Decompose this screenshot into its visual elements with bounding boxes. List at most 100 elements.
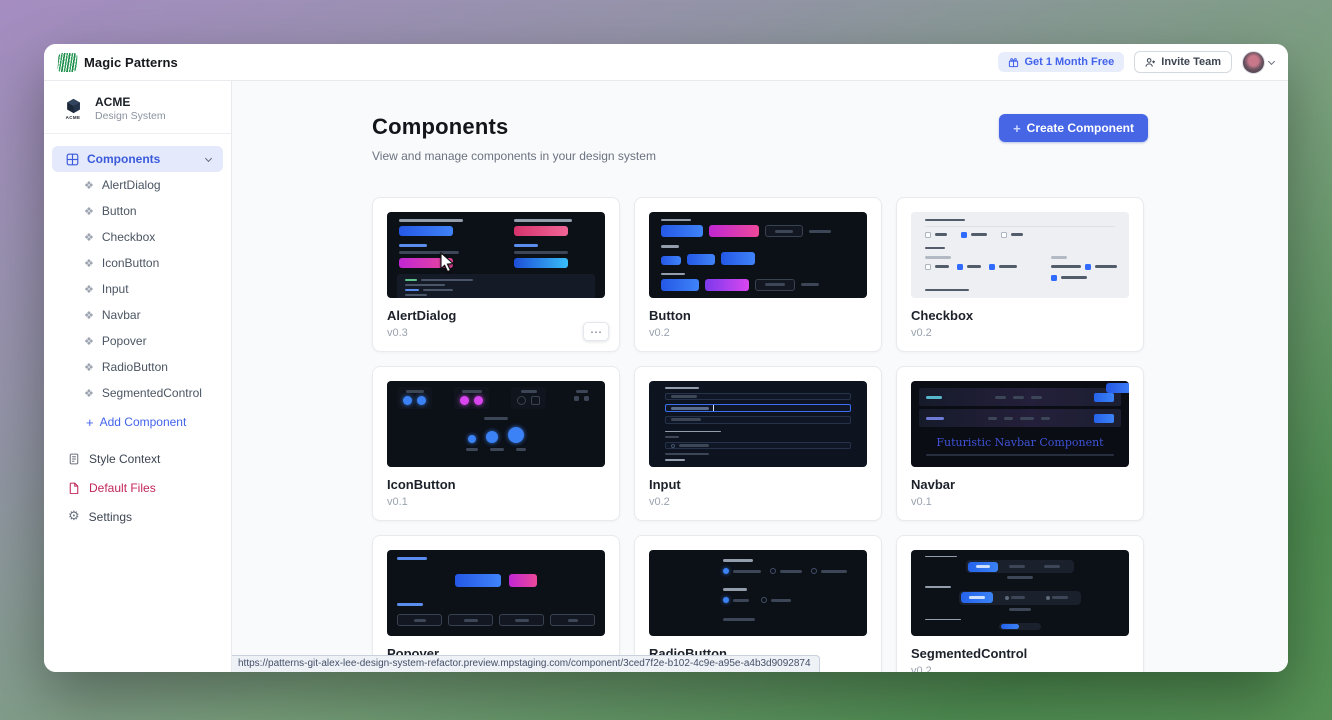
thumb-checkbox-sizes-row [925,232,1115,238]
create-component-label: Create Component [1027,121,1134,135]
component-icon: ❖ [84,180,94,191]
card-name: Input [649,477,867,492]
sidebar-item-components[interactable]: Components [52,146,223,172]
component-card-popover[interactable]: Popover v0.2 [372,535,620,672]
sidebar-item-iconbutton[interactable]: ❖IconButton [44,250,231,276]
sidebar-item-settings[interactable]: ⚙ Settings [44,502,231,531]
add-component-button[interactable]: + Add Component [44,408,231,436]
thumb-radio-row-1 [723,568,857,574]
chevron-down-icon [205,155,212,162]
sidebar-divider [44,133,231,134]
card-name: IconButton [387,477,605,492]
brand-name: Magic Patterns [84,55,178,70]
thumb-button-variants-row [661,225,855,237]
org-subtitle: Design System [95,110,166,123]
thumb-navbar-partial-button [1106,383,1129,393]
component-card-radiobutton[interactable]: RadioButton v0.1 [634,535,882,672]
card-name: SegmentedControl [911,646,1129,661]
grid-icon [66,153,79,166]
thumb-segment-basic [925,560,1115,579]
sidebar-item-navbar[interactable]: ❖Navbar [44,302,231,328]
sidebar-item-default-files[interactable]: Default Files [44,473,231,502]
sidebar-sub-label: Checkbox [102,230,155,244]
person-plus-icon [1145,57,1156,68]
sidebar-components-label: Components [87,152,160,166]
card-thumbnail-input[interactable] [649,381,867,467]
component-grid: AlertDialog v0.3 ⋯ [372,197,1148,672]
thumb-checkbox-states [925,256,1115,281]
sidebar-item-checkbox[interactable]: ❖ Checkbox [44,224,231,250]
sidebar-sub-label: SegmentedControl [102,386,202,400]
sidebar-item-button[interactable]: ❖Button [44,198,231,224]
acme-logo-text: ACME [66,115,81,120]
card-name: Checkbox [911,308,1129,323]
plus-icon: + [86,416,94,429]
thumb-alert-code-block [397,274,595,298]
avatar [1242,51,1265,74]
component-icon: ❖ [84,388,94,399]
thumb-alert-buttons [387,212,605,268]
card-menu-button[interactable]: ⋯ [583,322,609,341]
plus-icon: + [1013,122,1021,135]
page-title: Components [372,114,656,140]
card-thumbnail-iconbutton[interactable] [387,381,605,467]
card-thumbnail-radiobutton[interactable] [649,550,867,636]
invite-team-button[interactable]: Invite Team [1134,51,1232,73]
component-card-iconbutton[interactable]: IconButton v0.1 [372,366,620,521]
thumb-navbar-2 [919,409,1121,427]
card-thumbnail-checkbox[interactable] [911,212,1129,298]
card-version: v0.2 [649,496,867,508]
card-thumbnail-alertdialog[interactable] [387,212,605,298]
thumb-popover-positions [397,614,595,626]
component-card-checkbox[interactable]: Checkbox v0.2 [896,197,1144,352]
thumb-button-sizes-row [661,252,855,265]
topbar-actions: Get 1 Month Free Invite Team [998,51,1274,74]
card-version: v0.1 [387,496,605,508]
page-subtitle: View and manage components in your desig… [372,149,656,163]
card-name: AlertDialog [387,308,605,323]
component-card-alertdialog[interactable]: AlertDialog v0.3 ⋯ [372,197,620,352]
component-icon: ❖ [84,362,94,373]
card-thumbnail-popover[interactable] [387,550,605,636]
settings-label: Settings [89,510,132,524]
thumb-popover-triggers [397,574,595,587]
sidebar-sub-label: Popover [102,334,147,348]
component-card-input[interactable]: Input v0.2 [634,366,882,521]
create-component-button[interactable]: + Create Component [999,114,1148,142]
sidebar-item-alertdialog[interactable]: ❖AlertDialog [44,172,231,198]
card-thumbnail-navbar[interactable]: Futuristic Navbar Component [911,381,1129,467]
component-card-button[interactable]: Button v0.2 [634,197,882,352]
card-version: v0.2 [911,327,1129,339]
card-thumbnail-segmentedcontrol[interactable] [911,550,1129,636]
acme-logo-icon: ACME [60,98,86,120]
sidebar-item-input[interactable]: ❖Input [44,276,231,302]
sidebar-item-radiobutton[interactable]: ❖ RadioButton [44,354,231,380]
gear-icon: ⚙ [68,510,80,523]
component-icon: ❖ [84,258,94,269]
thumb-segment-icons [925,591,1115,611]
sidebar-item-segmentedcontrol[interactable]: ❖ SegmentedControl [44,380,231,406]
page-header: Components View and manage components in… [372,114,656,163]
component-icon: ❖ [84,232,94,243]
add-component-label: Add Component [100,415,187,429]
get-month-free-button[interactable]: Get 1 Month Free [998,52,1124,72]
chevron-down-icon [1268,57,1275,64]
org-switcher[interactable]: ACME ACME Design System [44,91,231,133]
sidebar-sub-label: RadioButton [102,360,168,374]
card-name: Button [649,308,867,323]
thumb-iconbutton-variants [397,387,595,409]
component-card-navbar[interactable]: Futuristic Navbar Component Navbar v0.1 [896,366,1144,521]
sidebar-sub-label: Button [102,204,137,218]
component-card-segmentedcontrol[interactable]: SegmentedControl v0.2 [896,535,1144,672]
sidebar-item-style-context[interactable]: Style Context [44,444,231,473]
user-menu[interactable] [1242,51,1274,74]
card-thumbnail-button[interactable] [649,212,867,298]
mouse-cursor [439,252,457,274]
topbar: Magic Patterns Get 1 Month Free Invite T… [44,44,1288,81]
thumb-navbar-caption: Futuristic Navbar Component [917,436,1123,449]
thumb-navbar-1 [919,388,1121,406]
component-icon: ❖ [84,284,94,295]
default-files-label: Default Files [89,481,156,495]
app-window: Magic Patterns Get 1 Month Free Invite T… [44,44,1288,672]
sidebar-item-popover[interactable]: ❖Popover [44,328,231,354]
